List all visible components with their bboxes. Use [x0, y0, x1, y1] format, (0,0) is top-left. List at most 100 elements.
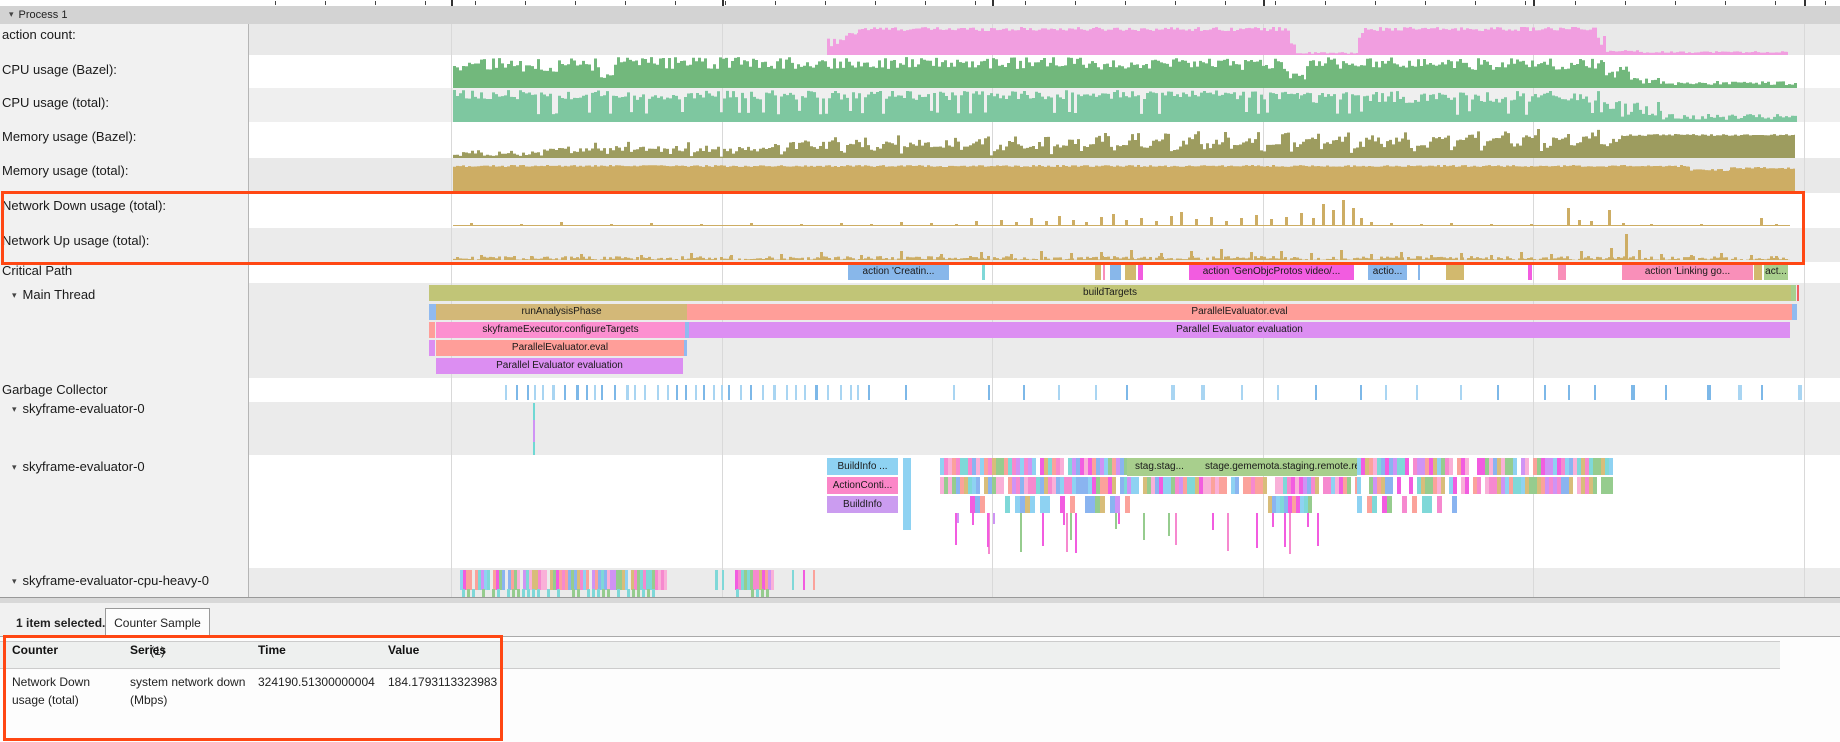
gc-tick[interactable] — [795, 385, 797, 400]
counter-spike-net-down[interactable] — [1700, 224, 1703, 226]
counter-spike-net-up[interactable] — [1460, 253, 1463, 260]
activity-subslice[interactable] — [751, 589, 754, 597]
activity-subslice[interactable] — [587, 589, 590, 597]
counter-spike-net-down[interactable] — [1370, 222, 1373, 226]
critical-path-slice[interactable] — [982, 264, 985, 280]
counter-spike-net-up[interactable] — [1430, 255, 1433, 260]
counter-spike-net-up[interactable] — [730, 255, 733, 260]
gc-tick[interactable] — [953, 385, 955, 400]
activity-drop-line[interactable] — [1020, 513, 1022, 552]
counter-spike-net-down[interactable] — [750, 223, 753, 226]
counter-spike-net-down[interactable] — [1170, 216, 1173, 226]
gc-tick[interactable] — [516, 385, 518, 400]
counter-spike-net-up[interactable] — [1070, 253, 1073, 260]
counter-spike-net-down[interactable] — [1030, 218, 1033, 226]
activity-slice[interactable] — [1477, 477, 1481, 494]
gc-tick[interactable] — [542, 385, 544, 400]
gc-tick[interactable] — [1360, 385, 1362, 400]
activity-slice[interactable] — [664, 570, 667, 590]
counter-spike-net-down[interactable] — [1352, 208, 1355, 226]
activity-slice[interactable] — [1032, 458, 1036, 475]
counter-spike-net-up[interactable] — [780, 254, 783, 260]
activity-slice[interactable] — [1060, 496, 1065, 513]
critical-path-slice[interactable] — [1125, 264, 1136, 280]
counter-spike-net-down[interactable] — [470, 223, 473, 226]
critical-path-slice[interactable]: action 'Creatin... — [848, 264, 949, 280]
activity-drop-line[interactable] — [1063, 513, 1065, 525]
activity-slice[interactable] — [1135, 477, 1139, 494]
activity-slice[interactable] — [792, 570, 794, 590]
activity-slice[interactable] — [625, 570, 628, 590]
activity-subslice[interactable] — [637, 589, 640, 597]
counter-spike-net-up[interactable] — [860, 255, 863, 260]
activity-drop-line[interactable] — [972, 513, 974, 525]
timeline-span[interactable]: ParallelEvaluator.eval — [436, 340, 684, 356]
gc-tick[interactable] — [1241, 385, 1243, 400]
gc-tick[interactable] — [695, 385, 697, 400]
activity-subslice[interactable] — [756, 589, 759, 597]
gc-tick[interactable] — [1594, 385, 1596, 400]
counter-spike-net-down[interactable] — [1240, 218, 1243, 226]
activity-drop-line[interactable] — [1070, 513, 1072, 540]
critical-path-slice[interactable] — [1528, 264, 1532, 280]
counter-spike-net-down[interactable] — [1072, 220, 1075, 226]
counter-spike-net-up[interactable] — [1250, 252, 1253, 260]
activity-slice[interactable] — [1389, 477, 1393, 494]
counter-spike-net-down[interactable] — [900, 222, 903, 226]
counter-spike-net-up[interactable] — [480, 255, 483, 260]
activity-subslice[interactable] — [602, 589, 605, 597]
gc-tick[interactable] — [505, 385, 507, 400]
track-label-skyframe-evaluator-0[interactable]: ▾skyframe-evaluator-0 — [12, 401, 145, 416]
counter-spike-net-down[interactable] — [1608, 210, 1611, 226]
counter-spike-net-down[interactable] — [1390, 223, 1393, 226]
activity-subslice[interactable] — [592, 589, 595, 597]
counter-spike-net-down[interactable] — [1210, 217, 1213, 226]
collapse-arrow-icon[interactable]: ▾ — [12, 462, 17, 473]
counter-spike-net-up[interactable] — [940, 254, 943, 260]
counter-spike-net-down[interactable] — [700, 224, 703, 226]
activity-drop-line[interactable] — [1272, 513, 1274, 527]
counter-spike-net-down[interactable] — [1140, 218, 1143, 226]
activity-subslice[interactable] — [527, 589, 530, 597]
activity-drop-line[interactable] — [1066, 513, 1068, 552]
activity-slice[interactable] — [813, 570, 815, 590]
gc-tick[interactable] — [762, 385, 764, 400]
activity-slice[interactable] — [586, 570, 589, 590]
gc-tick[interactable] — [634, 385, 636, 400]
gc-tick[interactable] — [840, 385, 842, 400]
critical-path-slice[interactable]: action 'Linking go... — [1622, 264, 1753, 280]
timeline-span[interactable] — [1797, 285, 1799, 301]
activity-drop-line[interactable] — [1175, 513, 1177, 545]
counter-spike-net-down[interactable] — [1112, 214, 1115, 226]
activity-slice[interactable] — [1513, 458, 1517, 475]
activity-drop-line[interactable] — [1143, 513, 1145, 540]
activity-subslice[interactable] — [517, 589, 520, 597]
activity-slice[interactable] — [1005, 496, 1010, 513]
gc-tick[interactable] — [815, 385, 818, 400]
gc-tick[interactable] — [601, 385, 603, 400]
activity-slice[interactable] — [1115, 496, 1120, 513]
critical-path-slice[interactable]: actio... — [1368, 264, 1407, 280]
counter-series-net-down[interactable] — [453, 225, 1790, 226]
counter-spike-net-down[interactable] — [1312, 218, 1315, 226]
counter-spike-net-down[interactable] — [1285, 217, 1288, 226]
activity-slice[interactable] — [1112, 477, 1116, 494]
counter-spike-net-down[interactable] — [1225, 221, 1228, 226]
activity-subslice[interactable] — [736, 589, 739, 597]
timeline-span[interactable] — [429, 322, 435, 338]
collapse-arrow-icon[interactable]: ▾ — [12, 404, 17, 415]
activity-subslice[interactable] — [467, 589, 470, 597]
counter-spike-net-up[interactable] — [1370, 254, 1373, 260]
counter-spike-net-up[interactable] — [1625, 234, 1628, 260]
gc-tick[interactable] — [721, 385, 723, 400]
activity-slice[interactable] — [1452, 496, 1457, 513]
counter-spike-net-down[interactable] — [1650, 224, 1653, 226]
activity-slice[interactable] — [1569, 477, 1573, 494]
timeline-span[interactable]: runAnalysisPhase — [436, 304, 687, 320]
counter-spike-net-down[interactable] — [1125, 220, 1128, 226]
counter-series-mem-total[interactable] — [453, 165, 1795, 193]
activity-slice[interactable] — [1387, 496, 1392, 513]
gc-tick[interactable] — [1707, 385, 1711, 400]
timeline-span[interactable]: buildTargets — [429, 285, 1791, 301]
counter-spike-net-down[interactable] — [1775, 224, 1778, 226]
